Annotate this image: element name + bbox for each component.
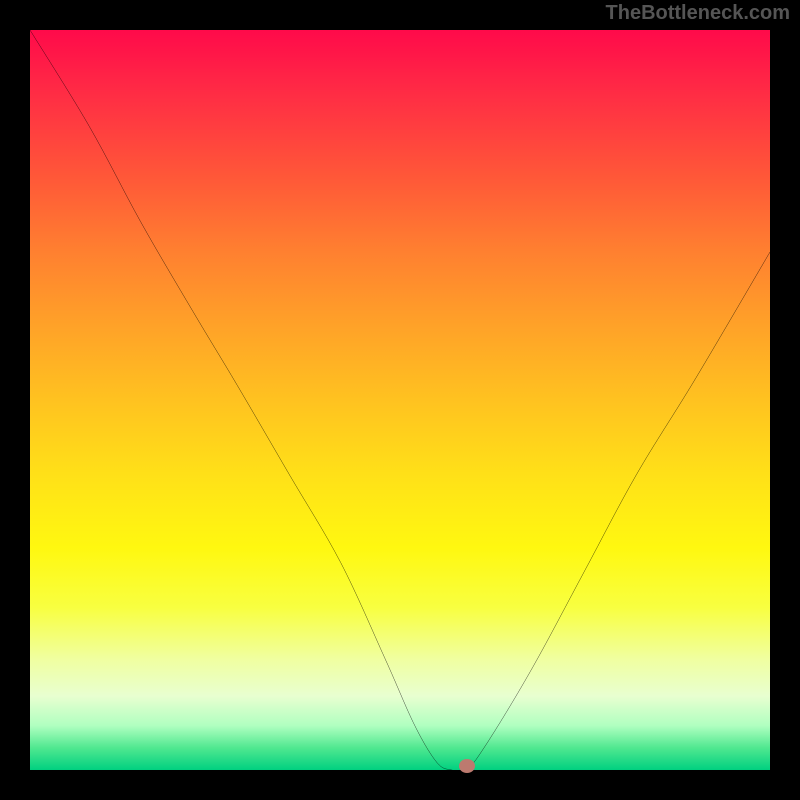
optimal-point-marker bbox=[459, 759, 475, 773]
curve-path bbox=[30, 30, 770, 770]
chart-plot-area bbox=[30, 30, 770, 770]
watermark-text: TheBottleneck.com bbox=[606, 2, 790, 25]
bottleneck-curve bbox=[30, 30, 770, 770]
